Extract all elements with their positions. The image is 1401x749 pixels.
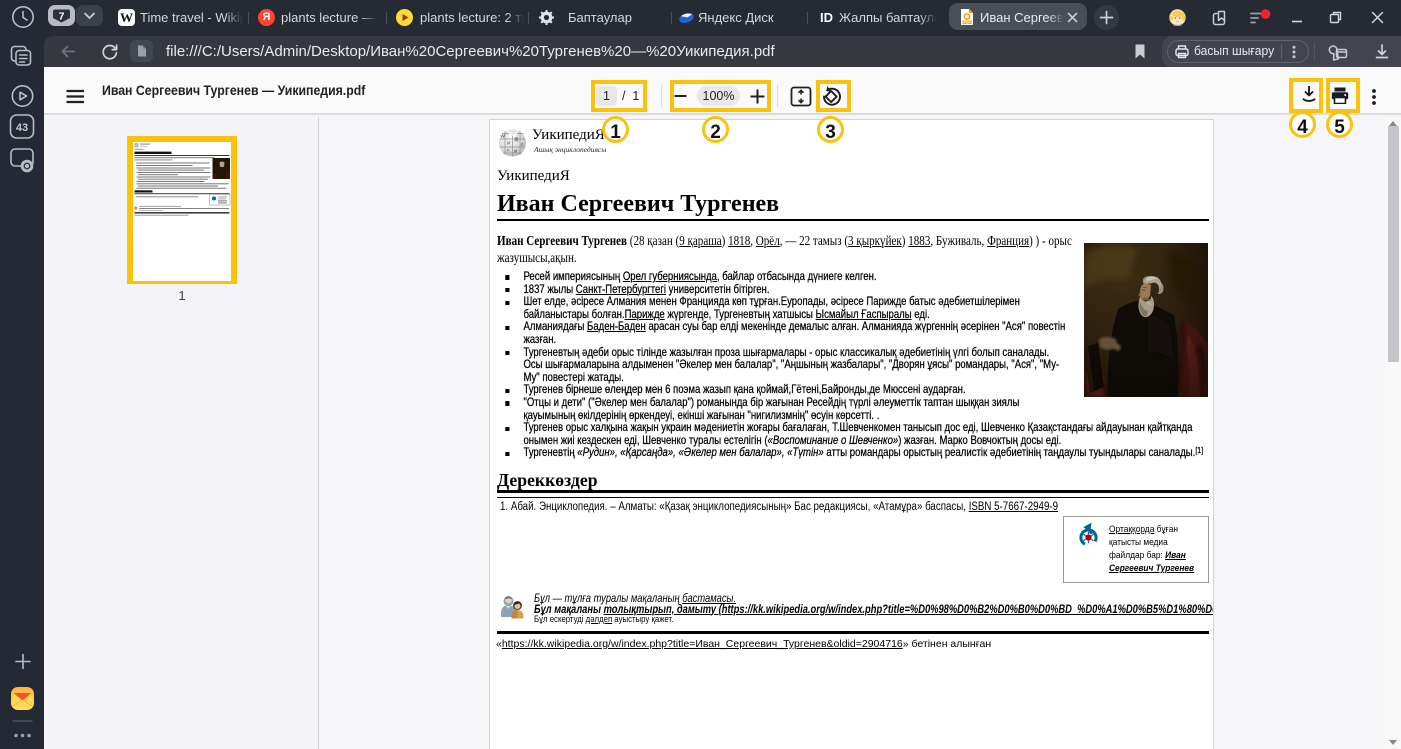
svg-text:И: И	[514, 149, 517, 154]
svg-text:И: И	[507, 141, 510, 146]
svg-text:诶: 诶	[514, 136, 519, 143]
svg-text:43: 43	[16, 122, 28, 134]
svg-text:7: 7	[59, 11, 65, 23]
svg-text:W: W	[501, 134, 506, 139]
svg-text:PDF: PDF	[963, 21, 971, 25]
